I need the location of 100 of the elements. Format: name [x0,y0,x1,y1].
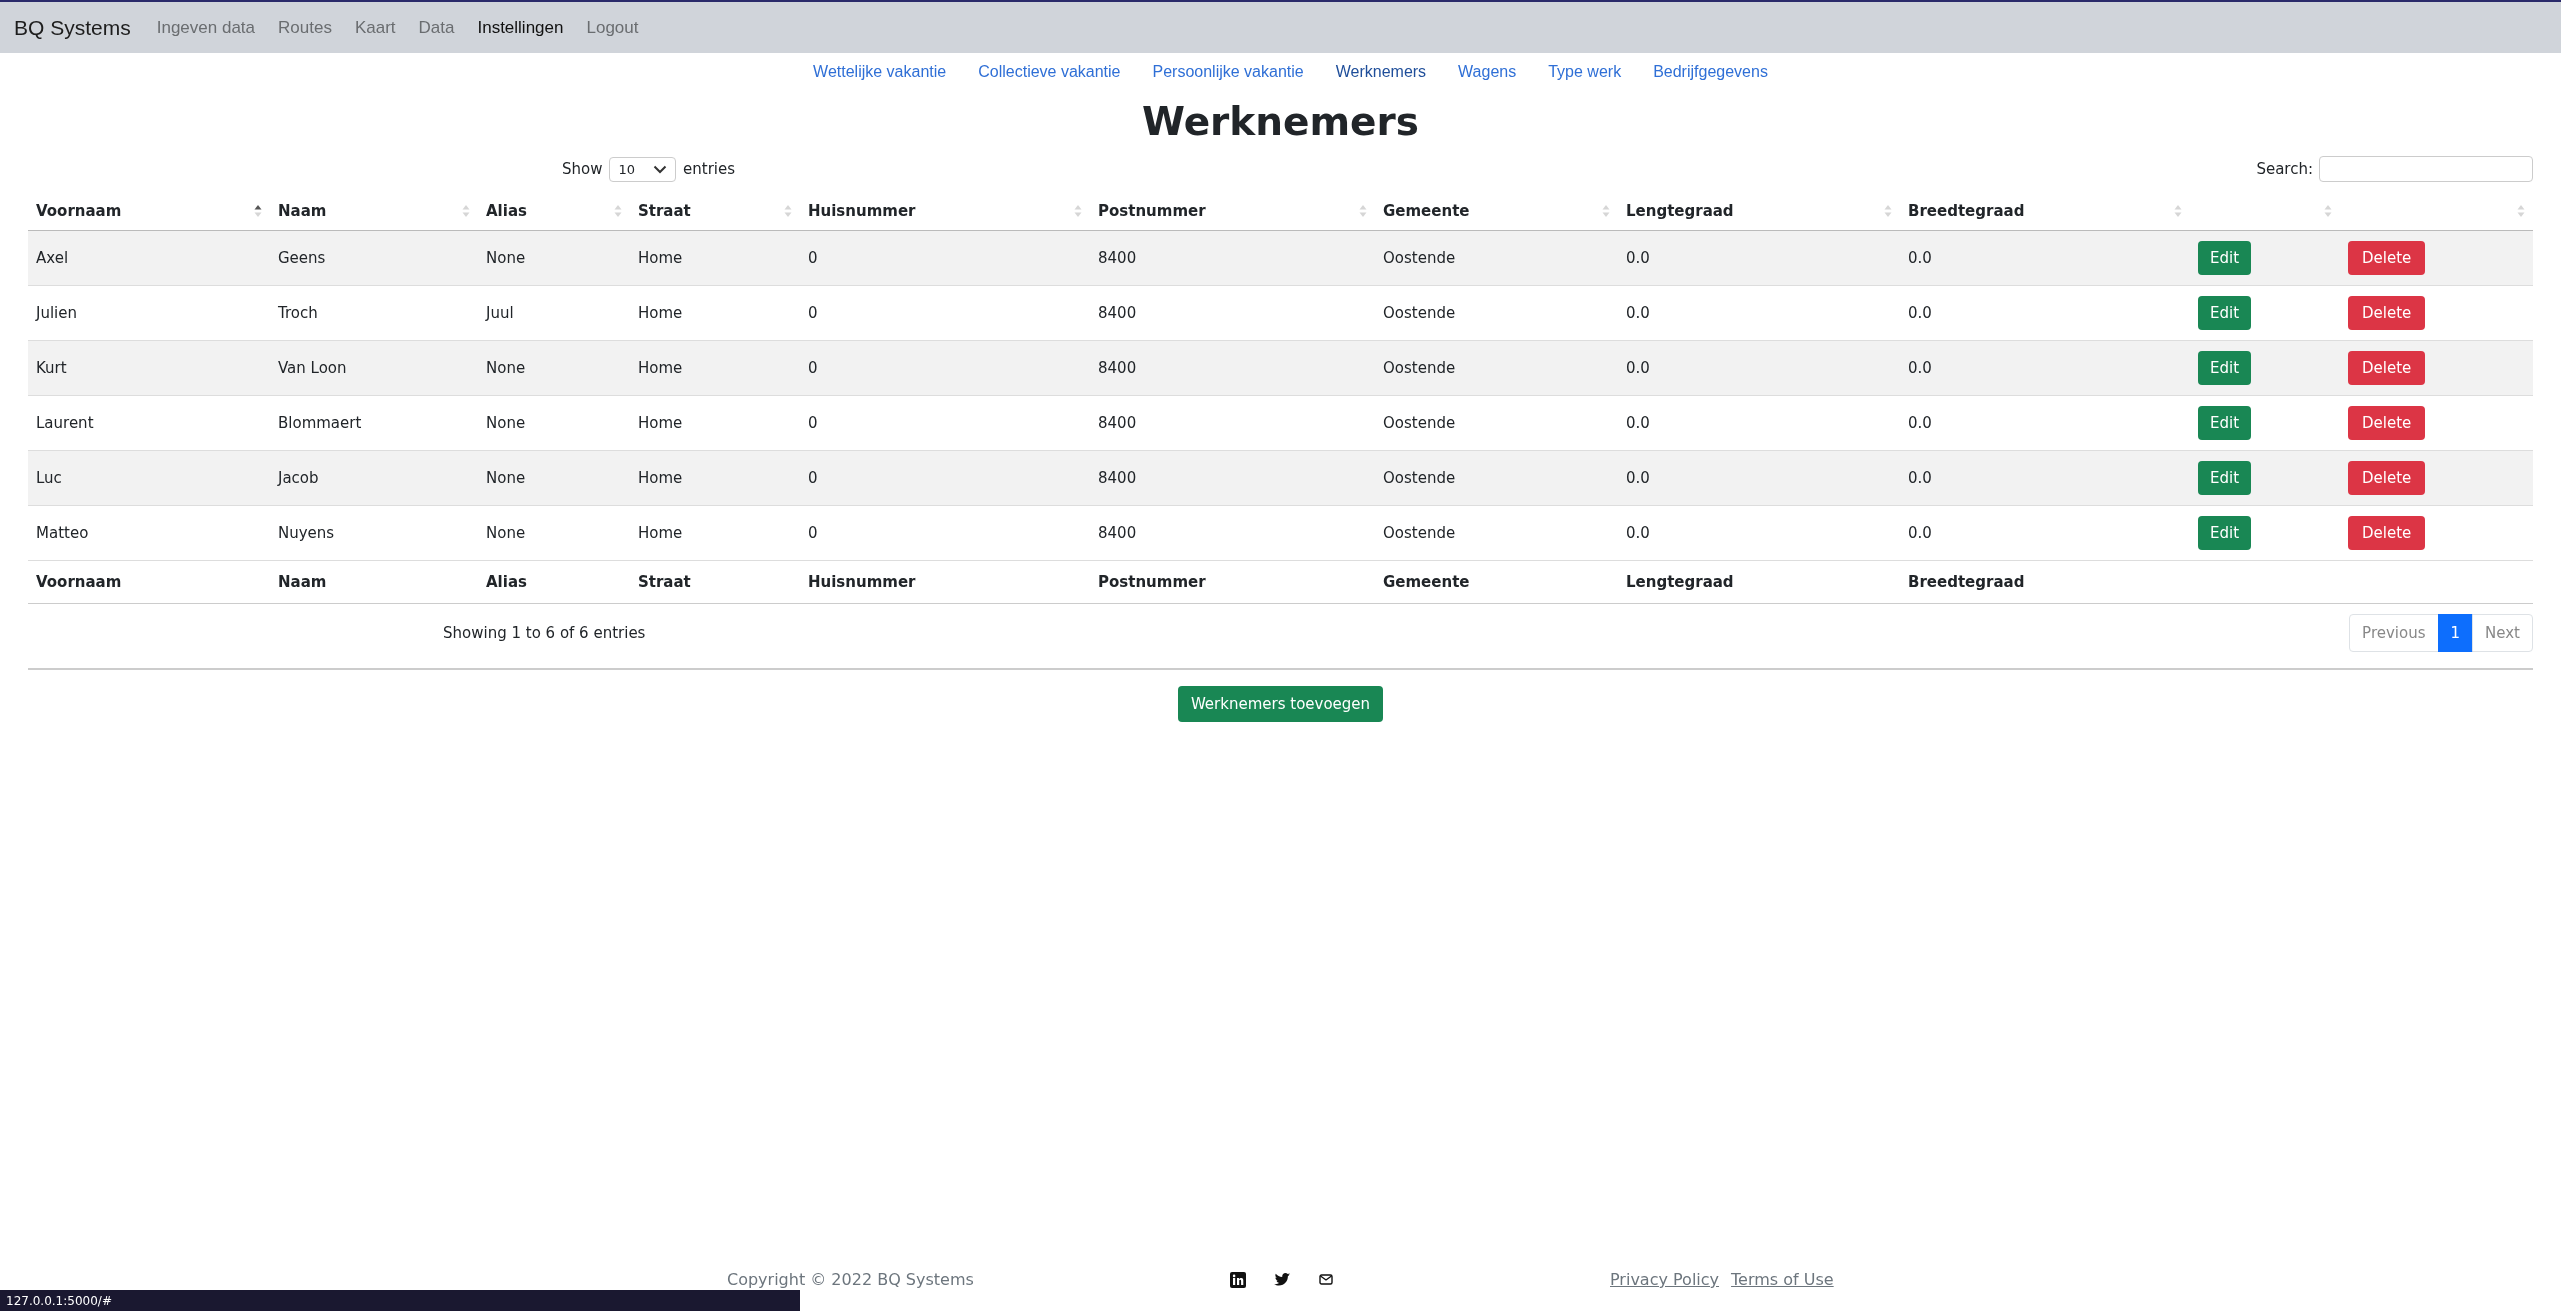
table-cell: 0.0 [1618,285,1900,341]
column-header[interactable]: Naam [270,192,478,231]
column-footer: Alias [478,560,630,604]
table-cell: 0.0 [1618,450,1900,506]
column-header[interactable]: Postnummer [1090,192,1375,231]
nav-link[interactable]: Ingeven data [156,17,255,38]
table-cell: 0.0 [1900,230,2190,286]
table-cell: 0.0 [1900,505,2190,561]
footer-link[interactable]: Terms of Use [1731,1270,1834,1289]
browser-status-bar: 127.0.0.1:5000/# [0,1290,800,1311]
table-cell: 0.0 [1618,340,1900,396]
search-field[interactable] [2319,156,2533,182]
subnav-link[interactable]: Type werk [1548,63,1622,81]
add-employee-button[interactable]: Werknemers toevoegen [1177,686,1384,722]
column-header[interactable]: Lengtegraad [1618,192,1900,231]
table-cell: Blommaert [270,395,478,451]
pagination-button[interactable]: 1 [2437,614,2474,652]
bird-icon[interactable] [1274,1272,1291,1287]
column-header[interactable]: Straat [630,192,800,231]
table-cell: Kurt [28,340,270,396]
edit-button[interactable]: Edit [2198,351,2252,385]
edit-button[interactable]: Edit [2198,241,2252,275]
table-cell: Troch [270,285,478,341]
envelope-icon[interactable] [1319,1274,1333,1285]
nav-link[interactable]: Data [418,17,455,38]
delete-button[interactable]: Delete [2348,296,2426,330]
table-cell: Home [630,450,800,506]
table-info: Showing 1 to 6 of 6 entries [443,624,646,642]
chevron-down-icon [653,164,668,174]
edit-button[interactable]: Edit [2198,406,2252,440]
table-cell: Nuyens [270,505,478,561]
table-cell: 8400 [1090,505,1375,561]
subnav-link[interactable]: Wagens [1458,63,1517,81]
show-label: Show [562,160,603,178]
table-cell: None [478,395,630,451]
table-cell: 8400 [1090,230,1375,286]
table-cell: 0.0 [1900,395,2190,451]
subnav-link[interactable]: Bedrijfgegevens [1653,63,1768,81]
table-cell: Axel [28,230,270,286]
brand-link[interactable]: BQ Systems [14,15,131,40]
table-cell: Oostende [1375,395,1618,451]
table-cell: Oostende [1375,450,1618,506]
column-header[interactable]: Breedtegraad [1900,192,2190,231]
edit-button[interactable]: Edit [2198,461,2252,495]
table-cell: 0 [800,450,1090,506]
table-cell: 8400 [1090,340,1375,396]
table-cell: Oostende [1375,505,1618,561]
nav-link[interactable]: Kaart [354,17,396,38]
table-cell: 0.0 [1900,340,2190,396]
table-cell: None [478,340,630,396]
column-footer: Gemeente [1375,560,1618,604]
column-header[interactable]: Huisnummer [800,192,1090,231]
table-cell: 0 [800,285,1090,341]
table-cell: Matteo [28,505,270,561]
table-cell: None [478,450,630,506]
entries-select[interactable]: 10 [609,156,677,182]
nav-link[interactable]: Logout [586,17,639,38]
table-cell: None [478,505,630,561]
table-cell: Julien [28,285,270,341]
table-cell: 8400 [1090,450,1375,506]
table-cell: Home [630,395,800,451]
table-cell: 8400 [1090,395,1375,451]
table-cell: Home [630,285,800,341]
delete-button[interactable]: Delete [2348,351,2426,385]
column-footer: Huisnummer [800,560,1090,604]
table-cell: 8400 [1090,285,1375,341]
table-cell: 0 [800,505,1090,561]
subnav-link[interactable]: Collectieve vakantie [978,63,1121,81]
column-footer: Lengtegraad [1618,560,1900,604]
table-cell: Jacob [270,450,478,506]
page-title: Werknemers [1141,99,1420,144]
nav-link[interactable]: Instellingen [477,17,564,38]
table-cell: Luc [28,450,270,506]
table-cell: 0.0 [1618,395,1900,451]
table-cell: Home [630,340,800,396]
delete-button[interactable]: Delete [2348,516,2426,550]
column-header[interactable]: Voornaam [28,192,270,231]
column-footer: Postnummer [1090,560,1375,604]
column-header[interactable]: Gemeente [1375,192,1618,231]
table-cell: 0.0 [1900,450,2190,506]
subnav-link[interactable]: Wettelijke vakantie [813,63,947,81]
footer-link[interactable]: Privacy Policy [1610,1270,1720,1289]
table-cell: Home [630,230,800,286]
column-footer: Naam [270,560,478,604]
table-cell: 0.0 [1900,285,2190,341]
column-header[interactable]: Alias [478,192,630,231]
column-footer: Straat [630,560,800,604]
subnav-link[interactable]: Werknemers [1335,63,1427,81]
table-cell: Laurent [28,395,270,451]
nav-link[interactable]: Routes [278,17,332,38]
subnav-link[interactable]: Persoonlijke vakantie [1152,63,1304,81]
table-cell: 0.0 [1618,505,1900,561]
edit-button[interactable]: Edit [2198,296,2252,330]
delete-button[interactable]: Delete [2348,406,2426,440]
delete-button[interactable]: Delete [2348,241,2426,275]
table-cell: 0 [800,395,1090,451]
column-footer: Breedtegraad [1900,560,2190,604]
delete-button[interactable]: Delete [2348,461,2426,495]
linkedin-icon[interactable] [1230,1271,1246,1288]
edit-button[interactable]: Edit [2198,516,2252,550]
